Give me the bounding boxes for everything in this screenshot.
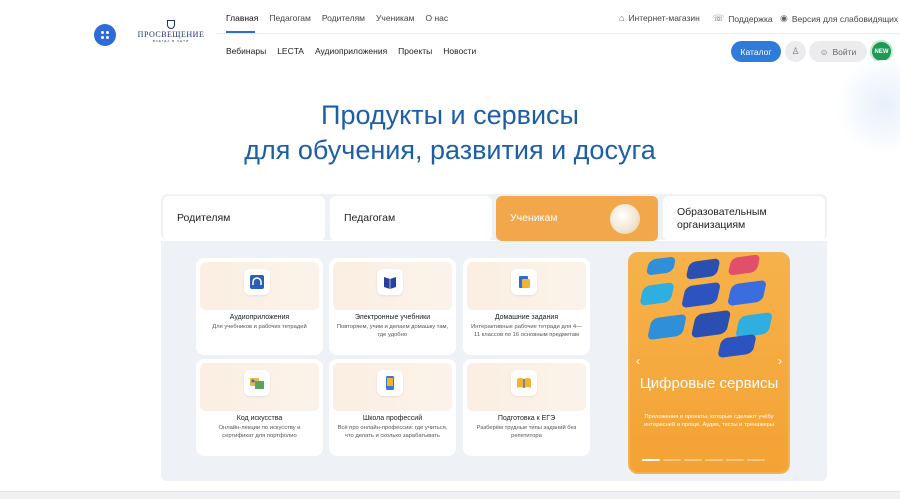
nav-news[interactable]: Новости	[443, 46, 476, 56]
promo-tile	[685, 258, 721, 280]
top-nav: Главная Педагогам Родителям Ученикам О н…	[226, 13, 449, 33]
card-description: Для учебников и рабочих тетрадей	[212, 324, 307, 330]
nav-home[interactable]: Главная	[226, 13, 258, 23]
promo-pagination	[642, 459, 765, 461]
nav-teachers[interactable]: Педагогам	[269, 13, 310, 23]
headphones-icon	[244, 269, 270, 295]
open-book-icon	[511, 370, 537, 396]
browser-bottom-bar	[0, 491, 900, 499]
service-card-ebooks[interactable]: Электронные учебники Повторяем, учим и д…	[329, 258, 456, 355]
card-title: Электронные учебники	[354, 314, 431, 321]
card-description: Разберём трудные типы заданий без репети…	[476, 425, 577, 439]
login-label: Войти	[832, 46, 857, 57]
apps-menu-button[interactable]	[94, 24, 116, 46]
promo-tile	[727, 254, 761, 276]
support-icon: ☏	[713, 13, 725, 23]
art-icon	[244, 370, 270, 396]
service-card-professions[interactable]: Школа профессий Всё про онлайн-профессии…	[329, 359, 456, 456]
user-icon: ☺	[819, 46, 829, 57]
tab-parents[interactable]: Родителям	[163, 196, 325, 241]
header-divider	[216, 33, 900, 34]
tab-students[interactable]: Ученикам	[496, 196, 658, 241]
card-title: Домашние задания	[494, 314, 559, 321]
card-description: Всё про онлайн-профессии: где учиться, ч…	[337, 425, 448, 439]
pagination-dot[interactable]	[705, 459, 723, 461]
promo-title: Цифровые сервисы	[639, 375, 779, 392]
crest-icon	[167, 20, 175, 29]
book-icon	[377, 269, 403, 295]
card-description: Онлайн-лекции по искусству и сертификат …	[218, 425, 301, 439]
catalog-button[interactable]: Каталог	[731, 41, 781, 62]
notebook-icon	[511, 269, 537, 295]
support-link-label: Поддержка	[728, 13, 773, 24]
shop-link-label: Интернет-магазин	[628, 13, 700, 23]
logo[interactable]: ПРОСВЕЩЕНИЕ ВСЕГДА В СЕТИ	[136, 20, 206, 48]
promo-tile	[646, 313, 688, 341]
promo-prev-arrow[interactable]: ‹	[636, 354, 640, 368]
pagination-dot[interactable]	[684, 459, 702, 461]
globe-illustration	[610, 204, 640, 234]
pagination-dot[interactable]	[726, 459, 744, 461]
support-link[interactable]: ☏ Поддержка	[713, 13, 773, 24]
nav-parents[interactable]: Родителям	[322, 13, 365, 23]
service-card-homework[interactable]: Домашние задания Интерактивные рабочие т…	[463, 258, 590, 355]
hero-title-line1: Продукты и сервисы	[321, 100, 579, 130]
pagination-dot[interactable]	[747, 459, 765, 461]
nav-students[interactable]: Ученикам	[376, 13, 414, 23]
secondary-nav: Вебинары LECTA Аудиоприложения Проекты Н…	[226, 46, 476, 56]
service-card-ege[interactable]: Подготовка к ЕГЭ Разберём трудные типы з…	[463, 359, 590, 456]
card-description: Повторяем, учим и делаем домашку там, гд…	[336, 324, 449, 338]
card-description: Интерактивные рабочие тетради для 4—11 к…	[471, 324, 582, 338]
logo-name: ПРОСВЕЩЕНИЕ	[137, 30, 205, 39]
pagination-dot[interactable]	[642, 459, 660, 461]
grid-icon	[101, 31, 109, 39]
promo-tile	[690, 309, 732, 339]
cart-button[interactable]: ♙	[785, 41, 806, 62]
logo-subtitle: ВСЕГДА В СЕТИ	[152, 39, 190, 43]
shop-link[interactable]: ⌂ Интернет-магазин	[619, 13, 700, 23]
hero-title-line2: для обучения, развития и досуга	[244, 135, 656, 165]
promo-tile	[717, 333, 757, 359]
nav-about[interactable]: О нас	[426, 13, 449, 23]
digital-services-promo[interactable]: ‹ › Цифровые сервисы Приложения и проект…	[628, 252, 790, 474]
nav-projects[interactable]: Проекты	[398, 46, 432, 56]
card-title: Аудиоприложения	[229, 314, 290, 321]
accessibility-link[interactable]: ◉ Версия для слабовидящих	[780, 13, 898, 24]
bag-icon: ♙	[791, 46, 800, 56]
promo-tile	[645, 256, 677, 276]
nav-lecta[interactable]: LECTA	[277, 46, 304, 56]
promo-tile	[680, 281, 722, 309]
phone-icon	[377, 370, 403, 396]
login-button[interactable]: ☺ Войти	[809, 41, 867, 62]
tab-organizations[interactable]: Образовательным организациям	[663, 196, 825, 241]
pagination-dot[interactable]	[663, 459, 681, 461]
site-header: ПРОСВЕЩЕНИЕ ВСЕГДА В СЕТИ Главная Педаго…	[0, 0, 900, 80]
tab-teachers[interactable]: Педагогам	[330, 196, 492, 241]
nav-webinars[interactable]: Вебинары	[226, 46, 266, 56]
promo-tile	[639, 282, 675, 306]
service-card-audio[interactable]: Аудиоприложения Для учебников и рабочих …	[196, 258, 323, 355]
card-title: Подготовка к ЕГЭ	[497, 415, 556, 422]
nav-audio-apps[interactable]: Аудиоприложения	[315, 46, 387, 56]
lock-bag-icon: ⌂	[619, 13, 625, 23]
eye-icon: ◉	[780, 13, 788, 23]
promo-description: Приложения и проекты, которые сделают уч…	[643, 414, 775, 428]
accessibility-link-label: Версия для слабовидящих	[791, 13, 899, 24]
tab-students-label: Ученикам	[510, 212, 558, 224]
promo-tile	[726, 279, 768, 307]
card-title: Школа профессий	[362, 415, 423, 422]
card-title: Код искусства	[236, 415, 283, 422]
promo-next-arrow[interactable]: ›	[778, 354, 782, 368]
service-card-art[interactable]: Код искусства Онлайн-лекции по искусству…	[196, 359, 323, 456]
